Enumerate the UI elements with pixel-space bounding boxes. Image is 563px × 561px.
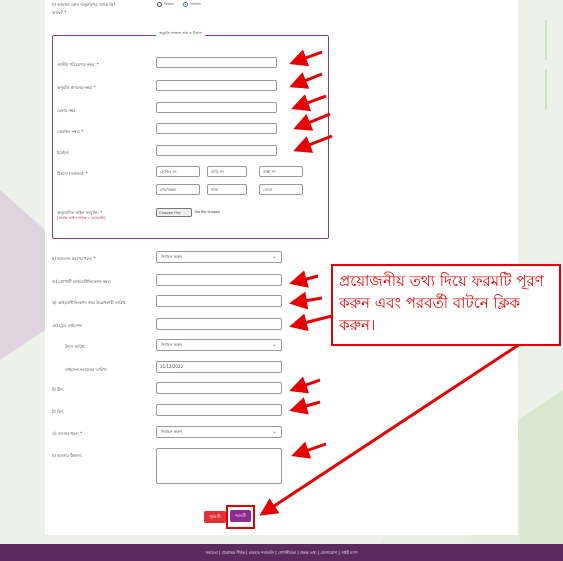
footer-bar: সহায়তা | প্রশ্নোত্তর শীর্ষক | ব্যবহার শ…	[0, 544, 563, 561]
annotation-text: প্রয়োজনীয় তথ্য দিয়ে ফরমটি পূরণ করুন এ…	[339, 272, 544, 334]
annotation-callout: প্রয়োজনীয় তথ্য দিয়ে ফরমটি পূরণ করুন এ…	[331, 264, 561, 346]
footer-links[interactable]: সহায়তা | প্রশ্নোত্তর শীর্ষক | ব্যবহার শ…	[205, 550, 357, 555]
